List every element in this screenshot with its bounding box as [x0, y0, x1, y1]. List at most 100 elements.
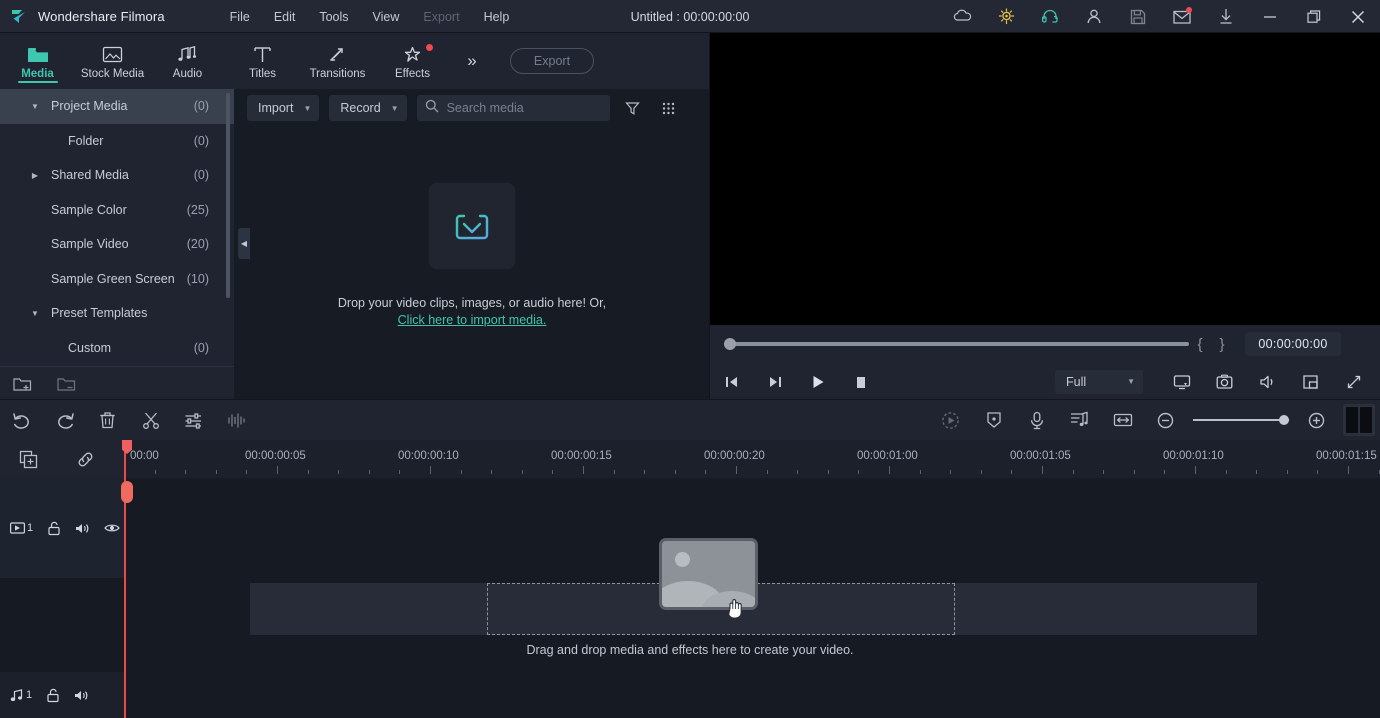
preview-monitor[interactable]	[710, 33, 1380, 325]
panel-layout-button[interactable]	[1338, 400, 1380, 440]
menu-help[interactable]: Help	[472, 6, 522, 28]
search-input[interactable]	[447, 101, 597, 115]
marker-button[interactable]	[972, 400, 1015, 440]
timeline-ruler[interactable]: 00:0000:00:00:0500:00:00:1000:00:00:1500…	[124, 440, 1380, 478]
beat-detection-button[interactable]	[1058, 400, 1101, 440]
sidebar-item-preset-templates[interactable]: ▼ Preset Templates	[0, 296, 234, 331]
picture-in-picture-icon[interactable]	[1289, 363, 1332, 400]
zoom-out-button[interactable]	[1144, 400, 1187, 440]
voiceover-mic-button[interactable]	[1015, 400, 1058, 440]
import-dropdown[interactable]: Import ▼	[247, 95, 319, 121]
speaker-icon[interactable]	[74, 689, 89, 702]
sidebar-item-shared-media[interactable]: ▶ Shared Media (0)	[0, 158, 234, 193]
tab-label: Titles	[249, 68, 276, 80]
audio-waveform-button[interactable]	[215, 400, 258, 440]
chevron-down-icon[interactable]: ▼	[30, 102, 40, 111]
timeline-zoom-slider[interactable]	[1193, 413, 1289, 427]
speaker-icon[interactable]	[75, 522, 90, 535]
media-toolbar: Import ▼ Record ▼	[234, 89, 710, 127]
collapse-panel-button[interactable]: ◀	[238, 228, 250, 259]
export-button[interactable]: Export	[510, 48, 594, 74]
render-preview-button[interactable]	[929, 400, 972, 440]
account-icon[interactable]	[1072, 0, 1116, 33]
minimize-icon[interactable]	[1248, 0, 1292, 33]
grid-view-icon[interactable]	[656, 95, 682, 121]
more-tabs-button[interactable]: »	[450, 33, 494, 89]
delete-button[interactable]	[86, 400, 129, 440]
undo-button[interactable]	[0, 400, 43, 440]
new-folder-icon[interactable]	[0, 367, 44, 401]
ruler-tick	[1317, 470, 1318, 474]
ruler-tick	[644, 470, 645, 474]
tab-media[interactable]: Media	[0, 33, 75, 89]
record-dropdown[interactable]: Record ▼	[329, 95, 406, 121]
sidebar-item-sample-video[interactable]: Sample Video (20)	[0, 227, 234, 262]
snapshot-camera-icon[interactable]	[1203, 363, 1246, 400]
download-icon[interactable]	[1204, 0, 1248, 33]
previous-frame-button[interactable]	[710, 363, 753, 400]
headset-icon[interactable]	[1028, 0, 1072, 33]
seek-handle[interactable]	[724, 338, 736, 350]
video-track-1-header[interactable]: 1	[0, 478, 124, 578]
tab-effects[interactable]: Effects	[375, 33, 450, 89]
mark-in-button[interactable]: {	[1189, 336, 1211, 353]
next-frame-button[interactable]	[753, 363, 796, 400]
lightbulb-icon[interactable]	[984, 0, 1028, 33]
media-dropzone[interactable]: Drop your video clips, images, or audio …	[234, 127, 710, 400]
audio-track-1-header[interactable]: 1	[0, 672, 124, 718]
menu-edit[interactable]: Edit	[262, 6, 308, 28]
eye-icon[interactable]	[104, 522, 120, 534]
preview-quality-dropdown[interactable]: Full ▼	[1055, 370, 1143, 394]
remove-folder-icon[interactable]	[44, 367, 88, 401]
sidebar-item-sample-color[interactable]: Sample Color (25)	[0, 193, 234, 228]
play-button[interactable]	[796, 363, 839, 400]
seek-slider[interactable]	[724, 337, 1189, 351]
playhead-handle[interactable]	[121, 481, 133, 503]
sidebar-item-project-media[interactable]: ▼ Project Media (0)	[0, 89, 234, 124]
mail-icon[interactable]	[1160, 0, 1204, 33]
zoom-in-button[interactable]	[1295, 400, 1338, 440]
cast-to-device-icon[interactable]	[1160, 363, 1203, 400]
filter-funnel-icon[interactable]	[620, 95, 646, 121]
audio-track-1-lane[interactable]	[124, 672, 1380, 718]
unlock-icon[interactable]	[47, 521, 61, 536]
menu-view[interactable]: View	[361, 6, 412, 28]
menu-tools[interactable]: Tools	[307, 6, 360, 28]
zoom-slider-handle[interactable]	[1279, 415, 1289, 425]
close-icon[interactable]	[1336, 0, 1380, 33]
mark-out-button[interactable]: }	[1211, 336, 1233, 353]
chevron-down-icon[interactable]: ▼	[30, 309, 40, 318]
fullscreen-icon[interactable]	[1332, 363, 1375, 400]
unlock-icon[interactable]	[46, 688, 60, 703]
import-media-link[interactable]: Click here to import media.	[398, 313, 547, 327]
volume-icon[interactable]	[1246, 363, 1289, 400]
sidebar-item-count: (25)	[187, 203, 209, 217]
add-track-button[interactable]	[0, 440, 57, 478]
player-timecode[interactable]: 00:00:00:00	[1245, 332, 1341, 356]
layout-pane-left	[1346, 407, 1358, 433]
stop-button[interactable]	[839, 363, 882, 400]
sidebar-item-sample-green-screen[interactable]: Sample Green Screen (10)	[0, 262, 234, 297]
ruler-tick	[522, 470, 523, 474]
split-scissors-button[interactable]	[129, 400, 172, 440]
menu-file[interactable]: File	[218, 6, 262, 28]
sidebar-item-label: Shared Media	[51, 168, 129, 182]
cloud-icon[interactable]	[940, 0, 984, 33]
save-icon[interactable]	[1116, 0, 1160, 33]
sidebar-scrollbar[interactable]	[226, 93, 230, 298]
tab-stock-media[interactable]: Stock Media	[75, 33, 150, 89]
adjust-sliders-button[interactable]	[172, 400, 215, 440]
sidebar-item-custom[interactable]: Custom (0)	[0, 331, 234, 366]
link-clips-button[interactable]	[57, 440, 114, 478]
import-media-icon[interactable]	[429, 183, 515, 269]
tab-transitions[interactable]: Transitions	[300, 33, 375, 89]
tab-titles[interactable]: Titles	[225, 33, 300, 89]
chevron-right-icon[interactable]: ▶	[30, 171, 40, 180]
sidebar-item-folder[interactable]: Folder (0)	[0, 124, 234, 159]
fit-to-timeline-button[interactable]	[1101, 400, 1144, 440]
chevron-down-icon: ▼	[1127, 377, 1135, 386]
maximize-icon[interactable]	[1292, 0, 1336, 33]
redo-button[interactable]	[43, 400, 86, 440]
tab-audio[interactable]: Audio	[150, 33, 225, 89]
search-box[interactable]	[417, 95, 610, 121]
